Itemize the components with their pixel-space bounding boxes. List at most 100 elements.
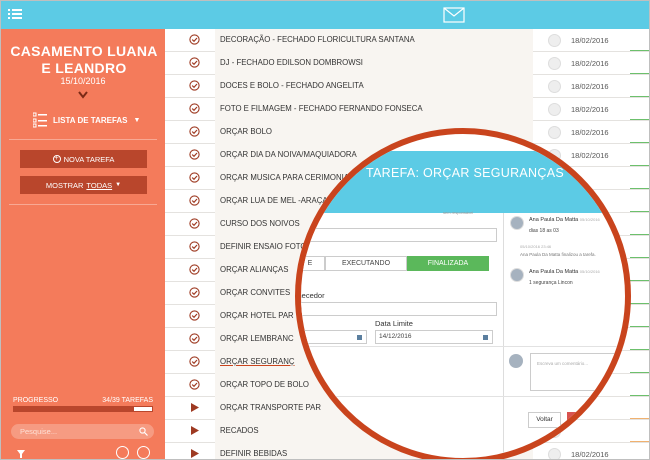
task-name[interactable]: FOTO E FILMAGEM - FECHADO FERNANDO FONSE…	[215, 98, 533, 121]
play-icon[interactable]	[189, 402, 200, 413]
status-line	[630, 119, 649, 120]
search-icon[interactable]	[139, 427, 148, 436]
event-date: 15/10/2016	[60, 76, 106, 86]
back-button[interactable]: Voltar	[528, 412, 561, 428]
tab-executing[interactable]: EXECUTANDO	[325, 256, 407, 271]
status-line	[630, 50, 649, 51]
check-circle-icon[interactable]	[189, 287, 200, 298]
calendar-icon[interactable]	[357, 335, 362, 340]
caret-down-icon: ▼	[133, 116, 141, 124]
status-line	[630, 326, 649, 327]
check-circle-icon[interactable]	[189, 34, 200, 45]
avatar	[510, 268, 524, 282]
assignee-avatar[interactable]	[548, 34, 561, 47]
play-icon[interactable]	[189, 448, 200, 459]
status-line	[630, 73, 649, 74]
assignee-avatar[interactable]	[548, 80, 561, 93]
status-line	[630, 280, 649, 281]
tab-status-first[interactable]: E	[301, 256, 325, 271]
sidebar: CASAMENTO LUANA E LEANDRO 15/10/2016 LIS…	[1, 29, 165, 459]
divider	[301, 396, 625, 397]
app-window: CASAMENTO LUANA E LEANDRO 15/10/2016 LIS…	[0, 0, 650, 460]
remove-button[interactable]: 🗑 Re	[567, 412, 617, 428]
settings-icon[interactable]	[137, 446, 150, 459]
assignee-avatar[interactable]	[548, 103, 561, 116]
trash-icon: 🗑	[576, 417, 584, 423]
progress-bar	[13, 406, 153, 412]
start-date-field[interactable]	[301, 330, 367, 344]
modal-title: TAREFA: ORÇAR SEGURANÇAS	[366, 166, 564, 180]
responsible-label[interactable]: sem responsável	[443, 210, 473, 215]
checklist-icon	[33, 112, 47, 128]
deadline-field[interactable]: 14/12/2016	[375, 330, 493, 344]
supplier-label: rnecedor	[295, 291, 325, 300]
task-name[interactable]: DOCES E BOLO - FECHADO ANGELITA	[215, 75, 533, 98]
avatar	[510, 216, 524, 230]
comment-placeholder: Escreva um comentário...	[537, 361, 589, 366]
tab-finalized[interactable]: FINALIZADA	[407, 256, 489, 271]
check-circle-icon[interactable]	[189, 356, 200, 367]
task-modal: TAREFA: ORÇAR SEGURANÇAS sem responsável…	[295, 134, 625, 458]
task-name[interactable]: DJ - FECHADO EDILSON DOMBROWSI	[215, 52, 533, 75]
modal-header	[301, 151, 625, 213]
divider	[9, 139, 157, 140]
task-row[interactable]: DJ - FECHADO EDILSON DOMBROWSI 18/02/2016	[165, 52, 649, 75]
search-input[interactable]: Pesquise...	[11, 424, 154, 439]
task-row[interactable]: FOTO E FILMAGEM - FECHADO FERNANDO FONSE…	[165, 98, 649, 121]
status-line	[630, 188, 649, 189]
check-circle-icon[interactable]	[189, 195, 200, 206]
print-icon[interactable]	[116, 446, 129, 459]
status-line	[630, 395, 649, 396]
status-line	[630, 441, 649, 442]
task-name[interactable]: DECORAÇÃO - FECHADO FLORICULTURA SANTANA	[215, 29, 533, 52]
check-circle-icon[interactable]	[189, 80, 200, 91]
check-circle-icon[interactable]	[189, 241, 200, 252]
zoom-magnifier: TAREFA: ORÇAR SEGURANÇAS sem responsável…	[295, 128, 631, 459]
show-value: TODAS	[86, 180, 113, 190]
divider	[301, 346, 625, 347]
assignee-avatar[interactable]	[548, 57, 561, 70]
comment-date: 05/10/2016	[579, 217, 600, 222]
calendar-icon[interactable]	[483, 335, 488, 340]
status-line	[630, 96, 649, 97]
play-icon[interactable]	[189, 425, 200, 436]
check-circle-icon[interactable]	[189, 126, 200, 137]
status-tabs: E EXECUTANDO FINALIZADA	[301, 256, 489, 271]
deadline-label: Data Limite	[375, 319, 413, 328]
check-circle-icon[interactable]	[189, 333, 200, 344]
comment-author: Ana Paula Da Matta	[529, 269, 579, 275]
comment-author: Ana Paula Da Matta	[529, 217, 579, 223]
show-filter-button[interactable]: MOSTRAR TODAS ▼	[20, 176, 147, 194]
remove-label: Re	[585, 416, 594, 423]
comment-input[interactable]: Escreva um comentário...	[530, 353, 625, 391]
status-line	[630, 165, 649, 166]
task-date: 18/02/2016	[571, 36, 609, 45]
new-task-button[interactable]: + NOVA TAREFA	[20, 150, 147, 168]
chevron-down-icon[interactable]	[78, 91, 88, 99]
supplier-field[interactable]	[301, 302, 497, 316]
status-line	[630, 211, 649, 212]
avatar	[509, 354, 523, 368]
check-circle-icon[interactable]	[189, 172, 200, 183]
check-circle-icon[interactable]	[189, 149, 200, 160]
task-row[interactable]: DECORAÇÃO - FECHADO FLORICULTURA SANTANA…	[165, 29, 649, 52]
menu-icon[interactable]	[8, 8, 22, 20]
check-circle-icon[interactable]	[189, 264, 200, 275]
system-message: Ana Paula Da Matta finalizou a tarefa.	[520, 252, 596, 257]
task-name-field[interactable]: S	[301, 228, 497, 242]
check-circle-icon[interactable]	[189, 218, 200, 229]
task-list-dropdown[interactable]: LISTA DE TAREFAS ▼	[33, 112, 140, 128]
status-line	[630, 234, 649, 235]
status-line	[630, 349, 649, 350]
check-circle-icon[interactable]	[189, 379, 200, 390]
filter-icon[interactable]	[17, 450, 25, 458]
progress-label: PROGRESSO	[13, 397, 59, 404]
check-circle-icon[interactable]	[189, 57, 200, 68]
new-task-label: NOVA TAREFA	[63, 154, 115, 164]
check-circle-icon[interactable]	[189, 310, 200, 321]
task-date: 18/02/2016	[571, 82, 609, 91]
search-placeholder: Pesquise...	[20, 427, 58, 436]
task-row[interactable]: DOCES E BOLO - FECHADO ANGELITA 18/02/201…	[165, 75, 649, 98]
check-circle-icon[interactable]	[189, 103, 200, 114]
caret-down-icon: ▼	[115, 182, 122, 188]
